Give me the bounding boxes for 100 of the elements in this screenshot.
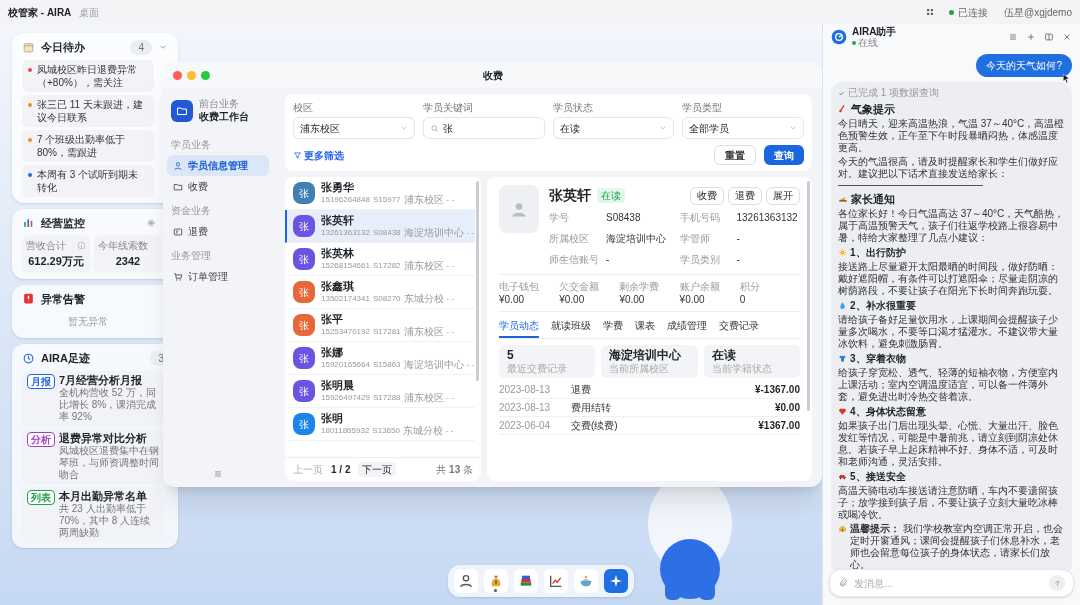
more-filters-link[interactable]: 更多筛选 xyxy=(293,147,344,163)
field-value: - xyxy=(606,253,610,266)
student-row[interactable]: 张 张娜 15920165664 S15863 海淀培训中心 - - xyxy=(285,342,475,375)
student-campus: 浦东校区 xyxy=(403,259,444,272)
student-campus: 东城分校 xyxy=(402,424,443,437)
count-badge: 4 xyxy=(130,39,152,55)
student-row[interactable]: 张 张英林 15268154661 S17282 浦东校区 - - xyxy=(285,243,475,276)
select-field[interactable]: 在读 xyxy=(552,117,675,139)
widget-title: 异常告警 xyxy=(41,291,85,307)
grid-icon[interactable] xyxy=(925,7,936,17)
footprint-item[interactable]: 列表 本月出勤异常名单 共 23 人出勤率低于 70%，其中 8 人连续两周缺勤 xyxy=(22,486,163,542)
student-extra: - - xyxy=(446,259,455,272)
calendar-icon xyxy=(22,40,35,54)
person-icon xyxy=(173,160,183,171)
student-row[interactable]: 张 张鑫琪 13502174341 S08270 东城分校 - - xyxy=(285,276,475,309)
student-row[interactable]: 张 张明 18011865932 S13650 东城分校 - - xyxy=(285,408,475,441)
action-button[interactable]: 展开 xyxy=(766,186,800,205)
reset-button[interactable]: 重置 xyxy=(714,145,756,165)
heart-icon xyxy=(838,407,847,416)
page-indicator: 1 / 2 xyxy=(331,463,351,477)
student-id: S13650 xyxy=(372,424,400,437)
record-type: 退费 xyxy=(571,383,591,397)
record-type: 费用结转 xyxy=(571,401,611,415)
message-paragraph: 如果孩子出门后出现头晕、心慌、大量出汗、脸色发红等情况，可能是中暑前兆，请立刻到阴凉处休息。若孩子早上起床精神不好、身体不适，可及时和老师沟通，灵活安排。 xyxy=(838,420,1059,468)
dock-item[interactable] xyxy=(604,569,628,593)
water-drop-icon xyxy=(838,301,847,310)
user-name[interactable]: 伍星@xgjdemo xyxy=(1004,4,1072,20)
select-field[interactable]: 浦东校区 xyxy=(293,117,415,139)
chevron-down-icon xyxy=(789,124,797,132)
mouse-cursor-icon xyxy=(1061,72,1072,85)
tab[interactable]: 成绩管理 xyxy=(667,318,707,338)
field-value: - xyxy=(736,232,740,245)
tag: 月报 xyxy=(27,373,55,389)
message-composer[interactable]: 发消息... xyxy=(829,569,1074,597)
student-name: 张娜 xyxy=(321,345,344,359)
todo-text: 7 个班级出勤率低于 80%，需跟进 xyxy=(37,132,127,159)
tab[interactable]: 学员动态 xyxy=(499,318,539,338)
settings-icon[interactable] xyxy=(146,217,156,228)
check-icon xyxy=(838,89,845,97)
dock-item[interactable] xyxy=(484,569,508,593)
summary-value: 在读 xyxy=(711,348,737,363)
field-label: 学员状态 xyxy=(552,101,594,115)
tab[interactable]: 课表 xyxy=(635,318,655,338)
footprint-item[interactable]: 月报 7月经营分析月报 全机构营收 52 万，同比增长 8%，课消完成率 92% xyxy=(22,370,163,426)
record-amount: ¥-1367.00 xyxy=(754,383,800,397)
todo-item[interactable]: 凤城校区昨日退费异常（+80%），需关注 xyxy=(22,59,154,92)
query-button[interactable]: 查询 xyxy=(764,145,804,165)
nav-item[interactable]: 订单管理 xyxy=(167,266,269,287)
student-campus: 浦东校区 xyxy=(403,193,444,206)
menu-icon[interactable] xyxy=(213,469,223,479)
attachment-icon[interactable] xyxy=(838,578,848,588)
todo-item[interactable]: 7 个班级出勤率低于 80%，需跟进 xyxy=(22,129,154,162)
student-phone: 13502174341 xyxy=(321,292,370,305)
student-row[interactable]: 张 张平 15253470192 S17281 浦东校区 - - xyxy=(285,309,475,342)
tab[interactable]: 交费记录 xyxy=(719,318,759,338)
student-campus: 浦东校区 xyxy=(403,391,444,404)
todo-item[interactable]: 张三已 11 天未跟进，建议今日联系 xyxy=(22,94,154,127)
panel-icon[interactable] xyxy=(1044,32,1054,42)
footprint-title: 本月出勤异常名单 xyxy=(59,489,148,503)
search-field[interactable]: 张 xyxy=(422,117,545,139)
todo-item[interactable]: 本周有 3 个试听到期未转化 xyxy=(22,164,154,197)
filter-icon xyxy=(293,150,302,160)
student-row[interactable]: 张 张英轩 13261363132 S08438 海淀培训中心 - - xyxy=(285,210,475,243)
nav-item[interactable]: 收费 xyxy=(167,176,269,197)
student-campus: 海淀培训中心 xyxy=(403,358,464,371)
student-phone: 15920165664 xyxy=(321,358,370,371)
action-button[interactable]: 退费 xyxy=(728,186,762,205)
student-id: S08438 xyxy=(372,226,401,239)
footprint-item[interactable]: 分析 退费异常对比分析 凤城校区退费集中在钢琴班，与师资调整时间吻合 xyxy=(22,428,163,484)
student-row[interactable]: 张 张明晨 15926497429 S17288 浦东校区 - - xyxy=(285,375,475,408)
tab[interactable]: 就读班级 xyxy=(551,318,591,338)
menu-icon[interactable] xyxy=(1008,32,1018,42)
bar-chart-icon xyxy=(22,216,35,230)
record-date: 2023-06-04 xyxy=(499,419,552,433)
send-button[interactable] xyxy=(1049,575,1065,591)
dock-item[interactable] xyxy=(514,569,538,593)
section-subheading: 3、穿着衣物 xyxy=(850,352,906,365)
balance-value: ¥0.00 xyxy=(679,293,706,306)
total-count: 共 13 条 xyxy=(436,463,473,477)
stat-label: 今年线索数 xyxy=(98,239,148,253)
message-paragraph: 各位家长好！今日气温高达 37～40°C，天气酷热，属于高温预警天气，孩子们往返学校路上很容易中暑，特给大家整理了几点小建议： xyxy=(838,208,1065,244)
student-avatar: 张 xyxy=(293,314,315,336)
nav-group-label: 学员业务 xyxy=(170,138,212,152)
student-extra: - - xyxy=(445,424,454,437)
status-badge: 在读 xyxy=(597,188,625,203)
close-icon[interactable] xyxy=(1062,32,1072,42)
student-name: 张明晨 xyxy=(321,378,355,392)
dock-item[interactable] xyxy=(454,569,478,593)
select-field[interactable]: 全部学员 xyxy=(682,117,804,139)
message-input[interactable]: 发消息... xyxy=(854,575,1043,591)
action-button[interactable]: 收费 xyxy=(690,186,724,205)
nav-item[interactable]: 退费 xyxy=(167,221,269,242)
dock-item[interactable] xyxy=(544,569,568,593)
add-icon[interactable] xyxy=(1026,32,1036,42)
student-avatar: 张 xyxy=(293,248,315,270)
nav-item[interactable]: 学员信息管理 xyxy=(167,155,269,176)
shirt-icon xyxy=(838,354,847,363)
stat-value: 612.29万元 xyxy=(27,254,85,269)
next-page-button[interactable]: 下一页 xyxy=(358,462,397,477)
tab[interactable]: 学费 xyxy=(603,318,623,338)
